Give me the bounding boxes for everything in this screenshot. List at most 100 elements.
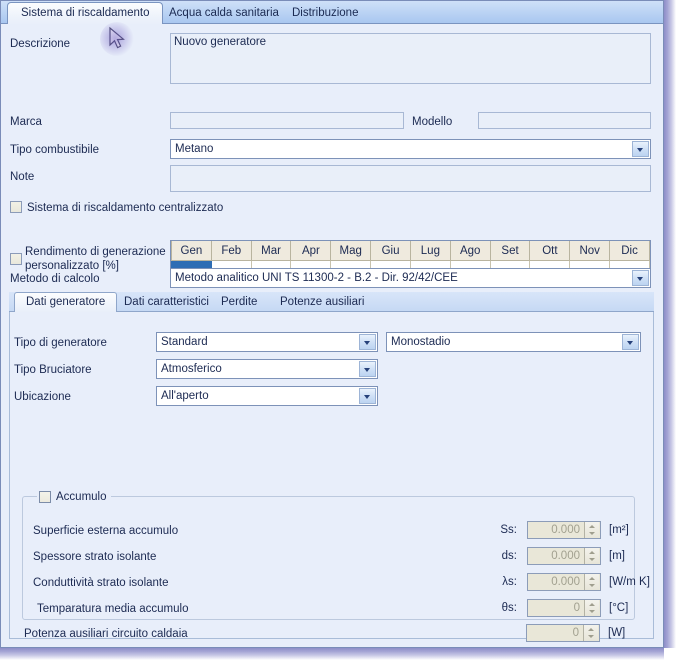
tab-label: Potenze ausiliari [280,296,365,308]
chevron-down-icon[interactable] [359,334,376,350]
combo-value: All'aperto [161,390,209,402]
month-header-mar: Mar [250,241,292,261]
tab-acqua-calda-sanitaria[interactable]: Acqua calda sanitaria [156,3,292,25]
chevron-down-icon[interactable] [622,334,639,350]
month-header-gen: Gen [171,241,212,261]
top-tabstrip: Sistema di riscaldamento Acqua calda san… [1,1,663,25]
tab-sistema-di-riscaldamento[interactable]: Sistema di riscaldamento [7,2,164,25]
table-header-row: Gen Feb Mar Apr Mag Giu Lug Ago Set Ott … [171,241,650,261]
window-shadow-bottom [0,648,676,660]
potenza-ausiliari-circuito-caldaia-label: Potenza ausiliari circuito caldaia [24,628,188,640]
combo-value: Metodo analitico UNI TS 11300-2 - B.2 - … [175,272,458,284]
window-shadow-corner [664,648,676,660]
accumulo-legend: Accumulo [37,489,111,504]
superficie-symbol: Ss: [500,524,517,536]
accumulo-groupbox: Accumulo Superficie esterna accumulo Ss:… [22,489,650,620]
rendimento-label-line1: Rendimento di generazione [25,246,166,258]
conduttivita-strato-isolante-stepper[interactable]: 0.000 [527,573,601,591]
marca-label: Marca [10,116,42,128]
note-label: Note [10,171,35,183]
tipo-di-generatore-label: Tipo di generatore [14,337,107,349]
inner-tabstrip: Dati generatore Dati caratteristici Perd… [9,292,654,312]
month-header-lug: Lug [409,241,451,261]
spinner-arrows-icon[interactable] [584,548,599,564]
tipo-bruciatore-combobox[interactable]: Atmosferico [156,359,378,379]
rendimento-label-line2: personalizzato [%] [25,260,119,272]
modello-input[interactable] [478,112,651,129]
temperatura-symbol: θs: [501,602,517,614]
combo-value: Standard [161,336,208,348]
sistema-centralizzato-checkbox[interactable] [10,201,22,213]
stepper-value: 0.000 [551,550,580,562]
month-header-ott: Ott [529,241,571,261]
spinner-arrows-icon[interactable] [584,600,599,616]
tab-label: Distribuzione [292,7,359,19]
stepper-value: 0.000 [551,524,580,536]
spessore-strato-isolante-stepper[interactable]: 0.000 [527,547,601,565]
stepper-value: 0 [572,627,579,639]
tipo-bruciatore-label: Tipo Bruciatore [14,364,92,376]
tab-distribuzione[interactable]: Distribuzione [279,3,371,25]
combo-value: Monostadio [391,336,451,348]
stepper-value: 0 [573,602,580,614]
accumulo-group-label: Accumulo [56,490,107,503]
month-header-nov: Nov [569,241,611,261]
potenza-unit: [W] [608,627,626,639]
tipo-di-generatore-combobox[interactable]: Standard [156,332,378,352]
potenza-ausiliari-circuito-caldaia-stepper[interactable]: 0 [526,624,600,642]
window-body: Sistema di riscaldamento Acqua calda san… [0,0,664,648]
month-header-apr: Apr [290,241,332,261]
temperatura-media-accumulo-stepper[interactable]: 0 [527,599,601,617]
rendimento-personalizzato-checkbox[interactable] [10,253,22,265]
descrizione-textarea[interactable] [170,33,651,84]
spinner-arrows-icon[interactable] [584,574,599,590]
conduttivita-unit: [W/m K] [609,576,650,588]
month-header-ago: Ago [449,241,491,261]
tab-dati-generatore[interactable]: Dati generatore [14,292,118,312]
modello-label: Modello [412,116,453,128]
chevron-down-icon[interactable] [359,361,376,377]
conduttivita-symbol: λs: [502,576,517,588]
tab-label: Dati generatore [26,296,106,308]
tab-dati-caratteristici[interactable]: Dati caratteristici [113,293,220,312]
metodo-di-calcolo-combobox[interactable]: Metodo analitico UNI TS 11300-2 - B.2 - … [170,268,651,288]
main-panel: Descrizione Marca Modello Tipo combustib… [1,24,663,647]
month-header-dic: Dic [609,241,650,261]
spinner-arrows-icon[interactable] [584,522,599,538]
tab-potenze-ausiliari[interactable]: Potenze ausiliari [269,293,375,312]
marca-input[interactable] [170,112,404,129]
spessore-unit: [m] [609,550,625,562]
ubicazione-combobox[interactable]: All'aperto [156,386,378,406]
spessore-strato-isolante-label: Spessore strato isolante [33,551,157,563]
metodo-di-calcolo-label: Metodo di calcolo [10,273,100,285]
chevron-down-icon[interactable] [359,388,376,404]
stadio-combobox[interactable]: Monostadio [386,332,641,352]
application-window: Sistema di riscaldamento Acqua calda san… [0,0,676,660]
tab-label: Acqua calda sanitaria [169,7,279,19]
combo-value: Atmosferico [161,363,222,375]
superficie-unit: [m²] [609,524,629,536]
combo-value: Metano [175,143,214,155]
window-shadow-right [664,0,676,660]
month-header-set: Set [489,241,531,261]
sistema-centralizzato-label: Sistema di riscaldamento centralizzato [27,202,224,214]
tab-label: Dati caratteristici [124,296,209,308]
superficie-esterna-accumulo-label: Superficie esterna accumulo [33,525,179,537]
note-textarea[interactable] [170,165,651,192]
descrizione-label: Descrizione [10,38,71,50]
superficie-esterna-accumulo-stepper[interactable]: 0.000 [527,521,601,539]
month-header-feb: Feb [210,241,252,261]
conduttivita-strato-isolante-label: Conduttività strato isolante [33,577,169,589]
dati-generatore-panel: Tipo di generatore Standard Monostadio T… [9,312,654,642]
tab-label: Sistema di riscaldamento [21,7,150,19]
spinner-arrows-icon[interactable] [583,625,598,641]
stepper-value: 0.000 [551,576,580,588]
temperatura-unit: [°C] [609,602,629,614]
month-header-giu: Giu [370,241,411,261]
chevron-down-icon[interactable] [632,270,649,286]
accumulo-checkbox[interactable] [39,490,51,503]
chevron-down-icon[interactable] [632,141,649,157]
tipo-combustibile-combobox[interactable]: Metano [170,139,651,159]
month-header-mag: Mag [330,241,372,261]
tab-perdite[interactable]: Perdite [210,293,268,312]
